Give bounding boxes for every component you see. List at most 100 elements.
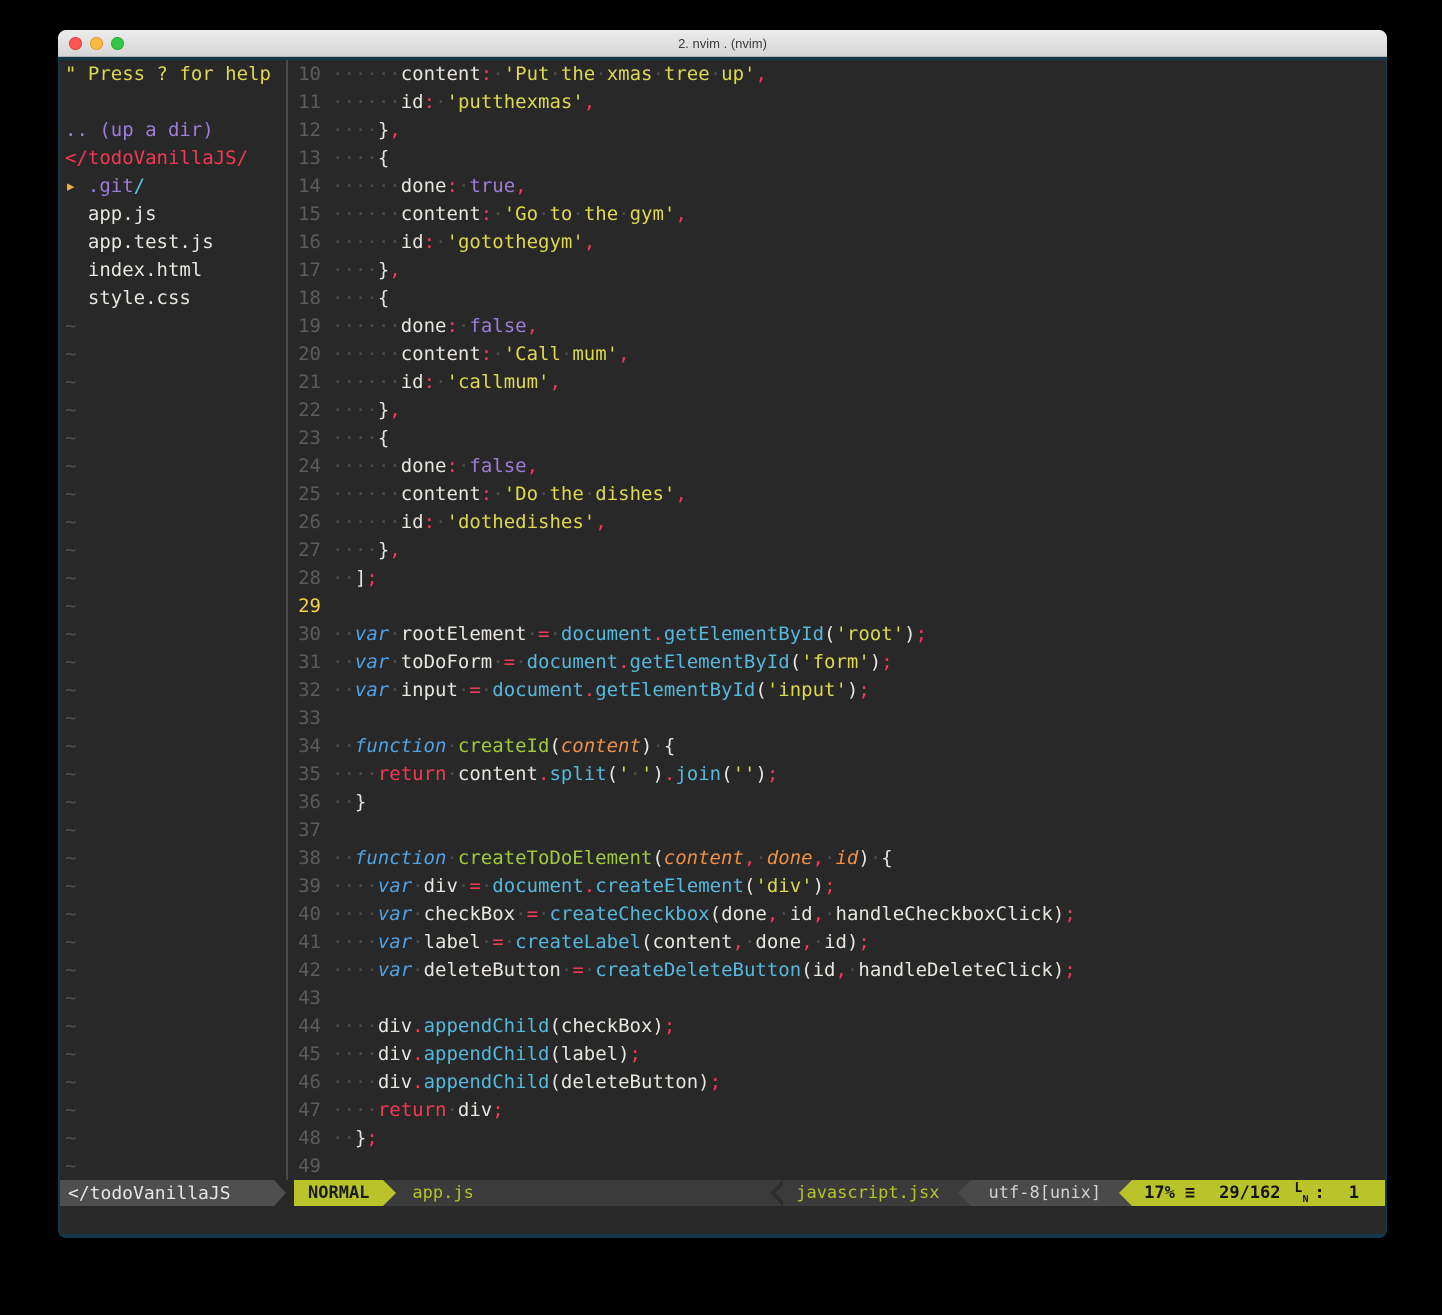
code-line-35[interactable]: 35····return·content.split('·').join('')… bbox=[288, 760, 1385, 788]
tree-item--Press-for-help[interactable]: " Press ? for help bbox=[65, 60, 286, 88]
line-number: 27 bbox=[288, 536, 332, 564]
editor-buffer[interactable]: 10······content:·'Put·the·xmas·tree·up',… bbox=[288, 60, 1385, 1180]
code-line-39[interactable]: 39····var·div·=·document.createElement('… bbox=[288, 872, 1385, 900]
code-line-32[interactable]: 32··var·input·=·document.getElementById(… bbox=[288, 676, 1385, 704]
code-line-16[interactable]: 16······id:·'gotothegym', bbox=[288, 228, 1385, 256]
minimize-button[interactable] bbox=[90, 37, 103, 50]
code-line-24[interactable]: 24······done:·false, bbox=[288, 452, 1385, 480]
tilde-filler: ~ bbox=[65, 760, 286, 788]
line-number: 31 bbox=[288, 648, 332, 676]
code-line-34[interactable]: 34··function·createId(content)·{ bbox=[288, 732, 1385, 760]
code-line-40[interactable]: 40····var·checkBox·=·createCheckbox(done… bbox=[288, 900, 1385, 928]
code-line-49[interactable]: 49 bbox=[288, 1152, 1385, 1180]
code-line-21[interactable]: 21······id:·'callmum', bbox=[288, 368, 1385, 396]
tilde-filler: ~ bbox=[65, 620, 286, 648]
code-line-41[interactable]: 41····var·label·=·createLabel(content,·d… bbox=[288, 928, 1385, 956]
window-title: 2. nvim . (nvim) bbox=[58, 30, 1387, 57]
tilde-filler: ~ bbox=[65, 872, 286, 900]
tree-item--todoVanillaJS-[interactable]: </todoVanillaJS/ bbox=[65, 144, 286, 172]
code-line-20[interactable]: 20······content:·'Call·mum', bbox=[288, 340, 1385, 368]
code-line-48[interactable]: 48··}; bbox=[288, 1124, 1385, 1152]
line-number: 18 bbox=[288, 284, 332, 312]
line-number: 16 bbox=[288, 228, 332, 256]
line-number: 39 bbox=[288, 872, 332, 900]
code-line-17[interactable]: 17····}, bbox=[288, 256, 1385, 284]
line-number: 45 bbox=[288, 1040, 332, 1068]
code-line-14[interactable]: 14······done:·true, bbox=[288, 172, 1385, 200]
tree-item-style.css[interactable]: style.css bbox=[65, 284, 286, 312]
hamburger-icon: ≡ bbox=[1185, 1183, 1195, 1203]
encoding-status: utf-8[unix] bbox=[971, 1180, 1120, 1206]
terminal-content: " Press ? for help .. (up a dir)</todoVan… bbox=[58, 57, 1387, 1238]
line-number: 33 bbox=[288, 704, 332, 732]
line-number: 26 bbox=[288, 508, 332, 536]
code-line-11[interactable]: 11······id:·'putthexmas', bbox=[288, 88, 1385, 116]
code-line-25[interactable]: 25······content:·'Do·the·dishes', bbox=[288, 480, 1385, 508]
filename-status: app.js bbox=[396, 1183, 489, 1203]
code-line-45[interactable]: 45····div.appendChild(label); bbox=[288, 1040, 1385, 1068]
line-number: 32 bbox=[288, 676, 332, 704]
tree-item-..-up-a-dir-[interactable]: .. (up a dir) bbox=[65, 116, 286, 144]
code-line-12[interactable]: 12····}, bbox=[288, 116, 1385, 144]
powerline-separator bbox=[958, 1180, 971, 1206]
line-number: 40 bbox=[288, 900, 332, 928]
tilde-filler: ~ bbox=[65, 564, 286, 592]
code-line-44[interactable]: 44····div.appendChild(checkBox); bbox=[288, 1012, 1385, 1040]
line-position: 29/162 bbox=[1219, 1183, 1280, 1203]
code-line-23[interactable]: 23····{ bbox=[288, 424, 1385, 452]
code-line-37[interactable]: 37 bbox=[288, 816, 1385, 844]
code-line-22[interactable]: 22····}, bbox=[288, 396, 1385, 424]
tilde-filler: ~ bbox=[65, 536, 286, 564]
line-number: 38 bbox=[288, 844, 332, 872]
code-line-28[interactable]: 28··]; bbox=[288, 564, 1385, 592]
code-line-46[interactable]: 46····div.appendChild(deleteButton); bbox=[288, 1068, 1385, 1096]
line-number: 19 bbox=[288, 312, 332, 340]
code-line-33[interactable]: 33 bbox=[288, 704, 1385, 732]
tilde-filler: ~ bbox=[65, 424, 286, 452]
line-number: 11 bbox=[288, 88, 332, 116]
line-number: 25 bbox=[288, 480, 332, 508]
line-number: 49 bbox=[288, 1152, 332, 1180]
tilde-filler: ~ bbox=[65, 676, 286, 704]
code-line-29[interactable]: 29 bbox=[288, 592, 1385, 620]
tilde-filler: ~ bbox=[65, 508, 286, 536]
nerdtree-panel: " Press ? for help .. (up a dir)</todoVan… bbox=[60, 60, 286, 1180]
line-number: 47 bbox=[288, 1096, 332, 1124]
code-line-36[interactable]: 36··} bbox=[288, 788, 1385, 816]
tilde-filler: ~ bbox=[65, 396, 286, 424]
tree-item-app.js[interactable]: app.js bbox=[65, 200, 286, 228]
code-line-18[interactable]: 18····{ bbox=[288, 284, 1385, 312]
code-line-42[interactable]: 42····var·deleteButton·=·createDeleteBut… bbox=[288, 956, 1385, 984]
line-number: 41 bbox=[288, 928, 332, 956]
vim-area: " Press ? for help .. (up a dir)</todoVan… bbox=[60, 60, 1385, 1180]
tilde-filler: ~ bbox=[65, 1124, 286, 1152]
tilde-filler: ~ bbox=[65, 648, 286, 676]
powerline-chevron-icon bbox=[770, 1180, 786, 1206]
command-line[interactable] bbox=[60, 1206, 1385, 1234]
code-line-47[interactable]: 47····return·div; bbox=[288, 1096, 1385, 1124]
line-number: 36 bbox=[288, 788, 332, 816]
code-line-38[interactable]: 38··function·createToDoElement(content,·… bbox=[288, 844, 1385, 872]
tree-item-app.test.js[interactable]: app.test.js bbox=[65, 228, 286, 256]
mode-indicator: NORMAL bbox=[294, 1180, 383, 1206]
code-line-26[interactable]: 26······id:·'dothedishes', bbox=[288, 508, 1385, 536]
code-line-19[interactable]: 19······done:·false, bbox=[288, 312, 1385, 340]
tree-item-index.html[interactable]: index.html bbox=[65, 256, 286, 284]
code-line-10[interactable]: 10······content:·'Put·the·xmas·tree·up', bbox=[288, 60, 1385, 88]
line-number: 35 bbox=[288, 760, 332, 788]
line-number: 29 bbox=[288, 592, 332, 620]
close-button[interactable] bbox=[69, 37, 82, 50]
code-line-30[interactable]: 30··var·rootElement·=·document.getElemen… bbox=[288, 620, 1385, 648]
zoom-button[interactable] bbox=[111, 37, 124, 50]
code-line-13[interactable]: 13····{ bbox=[288, 144, 1385, 172]
line-number: 46 bbox=[288, 1068, 332, 1096]
code-line-27[interactable]: 27····}, bbox=[288, 536, 1385, 564]
tilde-filler: ~ bbox=[65, 312, 286, 340]
line-number: 23 bbox=[288, 424, 332, 452]
code-line-31[interactable]: 31··var·toDoForm·=·document.getElementBy… bbox=[288, 648, 1385, 676]
tilde-filler: ~ bbox=[65, 368, 286, 396]
line-number: 17 bbox=[288, 256, 332, 284]
code-line-43[interactable]: 43 bbox=[288, 984, 1385, 1012]
tree-item--.git-[interactable]: ▸ .git/ bbox=[65, 172, 286, 200]
code-line-15[interactable]: 15······content:·'Go·to·the·gym', bbox=[288, 200, 1385, 228]
